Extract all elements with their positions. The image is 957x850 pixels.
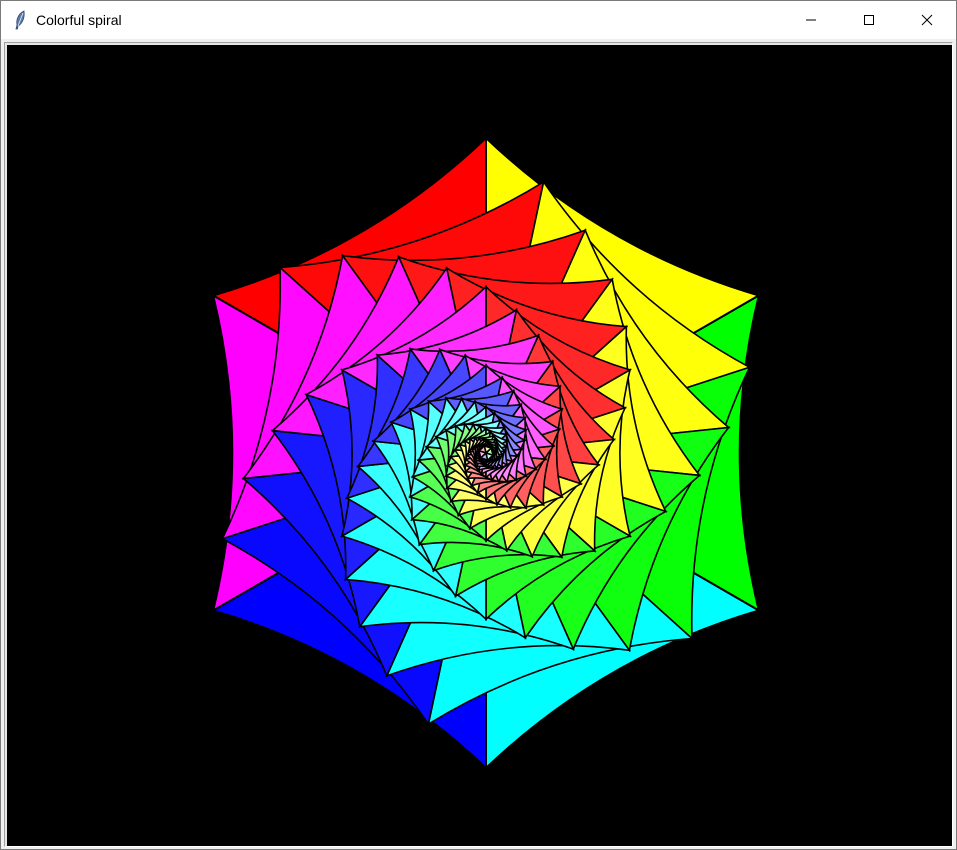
minimize-icon: [806, 19, 816, 21]
maximize-icon: [864, 15, 874, 25]
minimize-button[interactable]: [782, 1, 840, 39]
close-button[interactable]: [898, 1, 956, 39]
maximize-button[interactable]: [840, 1, 898, 39]
window-title: Colorful spiral: [36, 12, 122, 28]
title-bar[interactable]: Colorful spiral: [1, 1, 956, 39]
app-window: Colorful spiral: [0, 0, 957, 850]
canvas-frame: [4, 42, 953, 847]
colorful-spiral: [210, 135, 762, 771]
spiral-canvas[interactable]: [7, 45, 952, 846]
close-icon: [921, 14, 933, 26]
window-controls: [782, 1, 956, 39]
feather-icon: [11, 10, 29, 30]
